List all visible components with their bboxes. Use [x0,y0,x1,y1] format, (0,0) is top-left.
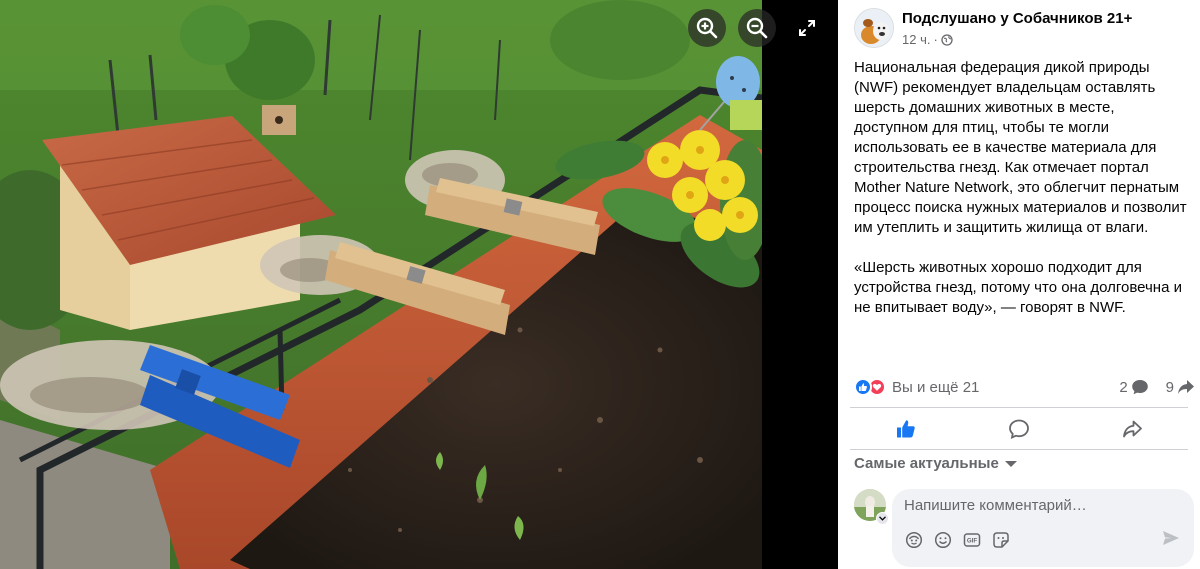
share-arrow-icon [1178,380,1194,394]
share-button[interactable] [1075,410,1188,448]
share-icon [1122,420,1142,438]
post-header: Подслушано у Собачников 21+ 12 ч. · [838,0,1200,56]
post-paragraph: Национальная федерация дикой природы (NW… [854,59,1187,236]
send-icon [1163,531,1179,545]
svg-text:GIF: GIF [966,537,977,544]
globe-icon [941,33,953,46]
avatar-sticker-icon [905,531,922,548]
meta-separator: · [933,32,938,47]
comment-sort-label: Самые актуальные [854,455,999,472]
emoji-button[interactable] [933,530,952,549]
like-button[interactable] [850,410,963,448]
post-paragraph: «Шерсть животных хорошо подходит для уст… [854,259,1182,316]
post-photo[interactable] [0,0,762,569]
comment-tools: GIF [904,530,1010,549]
fullscreen-button[interactable] [788,9,826,47]
photo-illustration [0,0,762,569]
reaction-count[interactable]: Вы и ещё 21 [892,379,979,396]
photo-viewer [0,0,838,569]
comment-icon [1009,419,1029,440]
sticker-button[interactable] [991,530,1010,549]
zoom-in-button[interactable] [688,9,726,47]
post-panel: Подслушано у Собачников 21+ 12 ч. · Наци… [838,0,1200,569]
comment-button[interactable] [963,410,1076,448]
reaction-icons[interactable] [854,378,886,396]
shares-count[interactable]: 9 [1166,378,1196,396]
post-actions [850,410,1188,448]
comment-composer: GIF [854,489,1194,567]
like-icon [897,420,916,438]
avatar-sticker-button[interactable] [904,530,923,549]
caret-down-icon [1004,460,1017,467]
chevron-down-icon[interactable] [876,512,889,525]
comment-bubble-icon [1131,380,1148,395]
page-name-link[interactable]: Подслушано у Собачников 21+ [902,10,1132,27]
post-meta: 12 ч. · [902,32,1132,47]
send-button[interactable] [1162,530,1180,551]
zoom-in-icon [696,17,718,39]
comment-input[interactable] [904,497,1164,514]
page-avatar[interactable] [854,8,894,48]
page-avatar-image [855,9,893,47]
like-reaction-icon [854,378,872,396]
divider [850,449,1188,450]
comments-count[interactable]: 2 [1119,378,1149,396]
post-text: Национальная федерация дикой природы (NW… [838,56,1200,318]
sticker-icon [992,531,1009,548]
gif-icon: GIF [963,532,980,547]
zoom-out-icon [746,17,768,39]
comment-field[interactable]: GIF [892,489,1194,567]
shares-count-number: 9 [1165,378,1174,396]
divider [850,407,1188,408]
gif-button[interactable]: GIF [962,530,981,549]
comments-count-number: 2 [1119,378,1128,396]
emoji-icon [934,531,951,548]
reactions-summary: Вы и ещё 21 2 9 [854,375,1196,399]
zoom-out-button[interactable] [738,9,776,47]
fullscreen-icon [799,20,815,36]
comment-sort-dropdown[interactable]: Самые актуальные [854,455,1017,472]
post-timestamp[interactable]: 12 ч. [902,32,930,47]
